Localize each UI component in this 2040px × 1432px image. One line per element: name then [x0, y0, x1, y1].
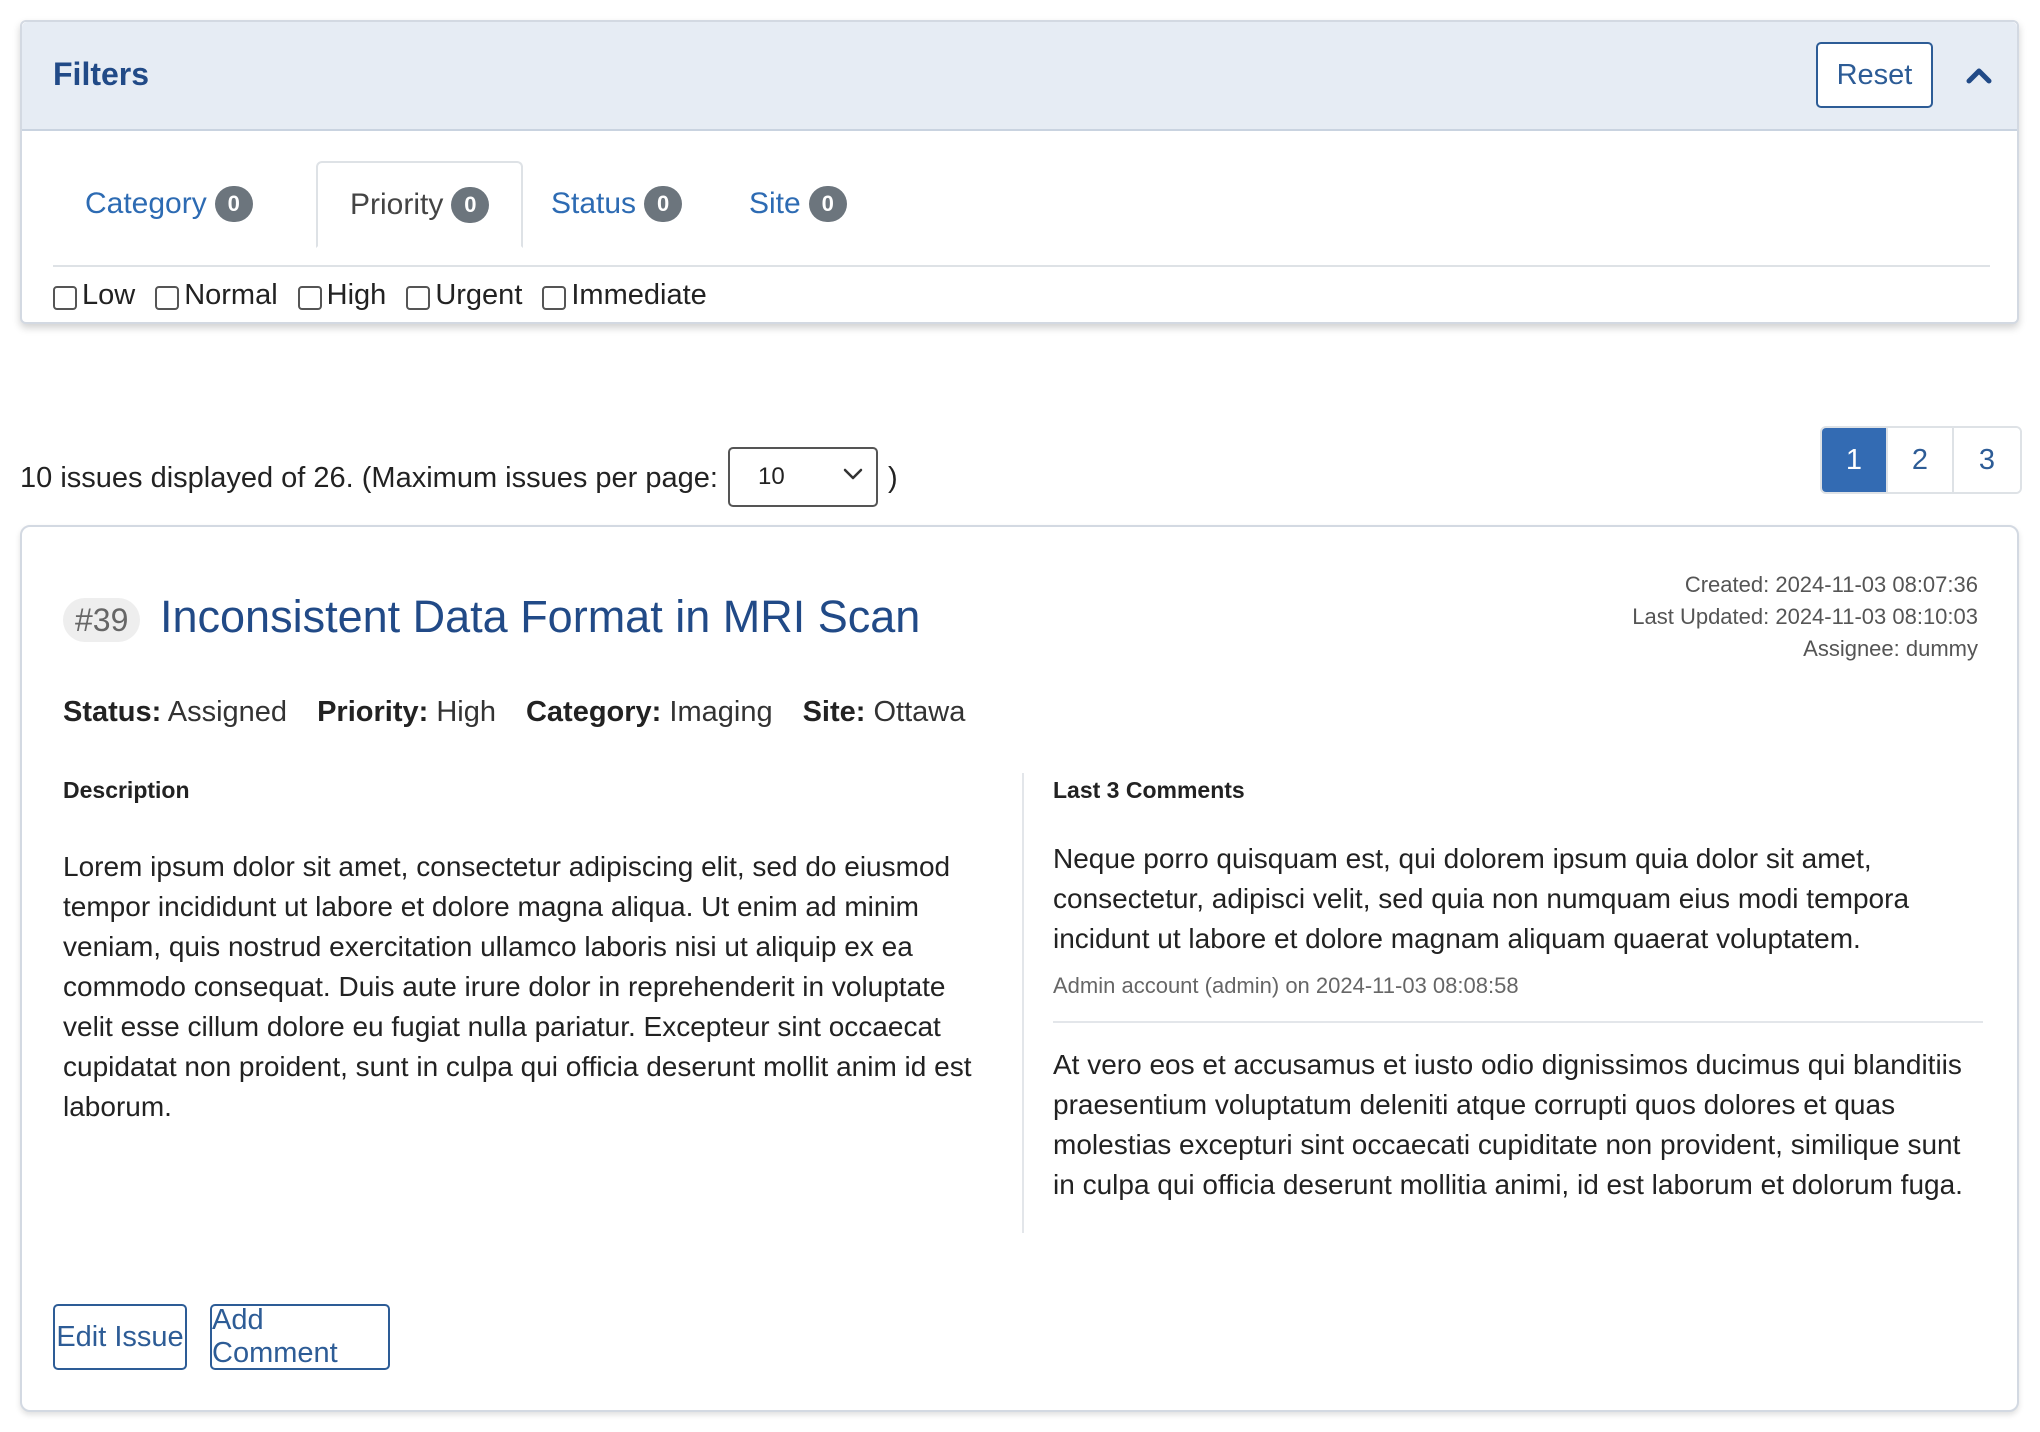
- high-checkbox-label: High: [326, 279, 387, 311]
- issue-properties: Status: Assigned Priority: High Category…: [63, 696, 965, 729]
- immediate-checkbox[interactable]: [542, 285, 567, 310]
- status-label: Status:: [63, 696, 162, 728]
- priority-option-low[interactable]: Low: [53, 279, 135, 312]
- site-value: Ottawa: [873, 696, 966, 728]
- issue-site: Site: Ottawa: [803, 696, 966, 729]
- tab-category[interactable]: Category 0: [53, 161, 285, 246]
- issue-number-badge: #39: [63, 598, 141, 642]
- issue-created: Created: 2024-11-03 08:07:36: [1684, 572, 1978, 597]
- description-heading: Description: [63, 777, 190, 803]
- per-page-value: 10: [757, 463, 785, 490]
- urgent-checkbox-label: Urgent: [435, 279, 523, 311]
- category-label: Category:: [525, 696, 662, 728]
- tab-priority-label: Priority: [350, 187, 444, 221]
- description-text: Lorem ipsum dolor sit amet, consectetur …: [63, 851, 972, 1122]
- issues-summary: 10 issues displayed of 26. (Maximum issu…: [20, 447, 898, 507]
- per-page-select[interactable]: 10: [727, 447, 878, 507]
- add-comment-button[interactable]: Add Comment: [210, 1304, 390, 1370]
- edit-issue-button[interactable]: Edit Issue: [53, 1304, 187, 1370]
- priority-checkbox-group: Low Normal High Urgent Immediate: [53, 279, 707, 312]
- tab-site-label: Site: [749, 186, 801, 220]
- summary-closing-paren: ): [887, 461, 898, 494]
- priority-option-high[interactable]: High: [297, 279, 387, 312]
- page-button-3[interactable]: 3: [1954, 428, 2020, 492]
- immediate-checkbox-label: Immediate: [571, 279, 707, 311]
- filter-tabs: Category 0 Priority 0 Status 0 Site 0: [53, 161, 1990, 267]
- category-value: Imaging: [669, 696, 773, 728]
- filters-panel: Filters Reset Category 0 Priority 0 Stat…: [20, 20, 2019, 324]
- issue-status: Status: Assigned: [63, 696, 287, 729]
- tab-category-label: Category: [85, 186, 207, 220]
- comment-text: Neque porro quisquam est, qui dolorem ip…: [1053, 843, 1910, 954]
- tab-site-count-badge: 0: [808, 185, 847, 222]
- normal-checkbox[interactable]: [155, 285, 180, 310]
- issue-title-link[interactable]: Inconsistent Data Format in MRI Scan: [160, 591, 920, 643]
- tab-category-count-badge: 0: [214, 185, 253, 222]
- chevron-down-icon: [843, 468, 863, 480]
- comment-item: At vero eos et accusamus et iusto odio d…: [1053, 1045, 1983, 1205]
- comments-list: Neque porro quisquam est, qui dolorem ip…: [1053, 839, 1983, 1233]
- normal-checkbox-label: Normal: [184, 279, 278, 311]
- comment-text: At vero eos et accusamus et iusto odio d…: [1053, 1049, 1963, 1200]
- issue-card: #39 Inconsistent Data Format in MRI Scan…: [20, 525, 2019, 1412]
- priority-option-immediate[interactable]: Immediate: [542, 279, 707, 312]
- issue-category: Category: Imaging: [526, 696, 773, 729]
- low-checkbox[interactable]: [53, 285, 77, 310]
- filters-header: Filters Reset: [22, 22, 2017, 131]
- column-divider: [1022, 773, 1024, 1233]
- page-button-1[interactable]: 1: [1822, 428, 1888, 492]
- high-checkbox[interactable]: [297, 285, 322, 310]
- issue-last-updated: Last Updated: 2024-11-03 08:10:03: [1632, 604, 1978, 629]
- tab-priority[interactable]: Priority 0: [316, 161, 524, 248]
- chevron-up-icon: [1966, 68, 1992, 84]
- comment-divider: [1053, 1021, 1983, 1023]
- comment-meta: Admin account (admin) on 2024-11-03 08:0…: [1053, 973, 1519, 998]
- site-label: Site:: [802, 696, 866, 728]
- issue-meta: Created: 2024-11-03 08:07:36 Last Update…: [1632, 569, 1978, 665]
- reset-button[interactable]: Reset: [1816, 42, 1933, 108]
- pagination: 1 2 3: [1820, 426, 2022, 494]
- filters-title: Filters: [53, 56, 150, 92]
- priority-value: High: [436, 696, 496, 728]
- comments-heading: Last 3 Comments: [1053, 777, 1245, 803]
- tab-priority-count-badge: 0: [451, 186, 490, 223]
- tab-status[interactable]: Status 0: [519, 161, 714, 246]
- priority-option-normal[interactable]: Normal: [155, 279, 278, 312]
- urgent-checkbox[interactable]: [406, 285, 431, 310]
- comment-item: Neque porro quisquam est, qui dolorem ip…: [1053, 839, 1983, 999]
- issues-summary-text: 10 issues displayed of 26. (Maximum issu…: [20, 461, 718, 494]
- tab-site[interactable]: Site 0: [717, 161, 879, 246]
- tab-status-count-badge: 0: [644, 185, 683, 222]
- priority-option-urgent[interactable]: Urgent: [406, 279, 522, 312]
- page-button-2[interactable]: 2: [1888, 428, 1954, 492]
- issue-assignee: Assignee: dummy: [1803, 636, 1978, 661]
- collapse-filters-button[interactable]: [1962, 58, 1996, 92]
- priority-label: Priority:: [317, 696, 429, 728]
- issue-priority: Priority: High: [317, 696, 496, 729]
- low-checkbox-label: Low: [82, 279, 136, 311]
- tab-status-label: Status: [551, 186, 637, 220]
- status-value: Assigned: [167, 696, 288, 728]
